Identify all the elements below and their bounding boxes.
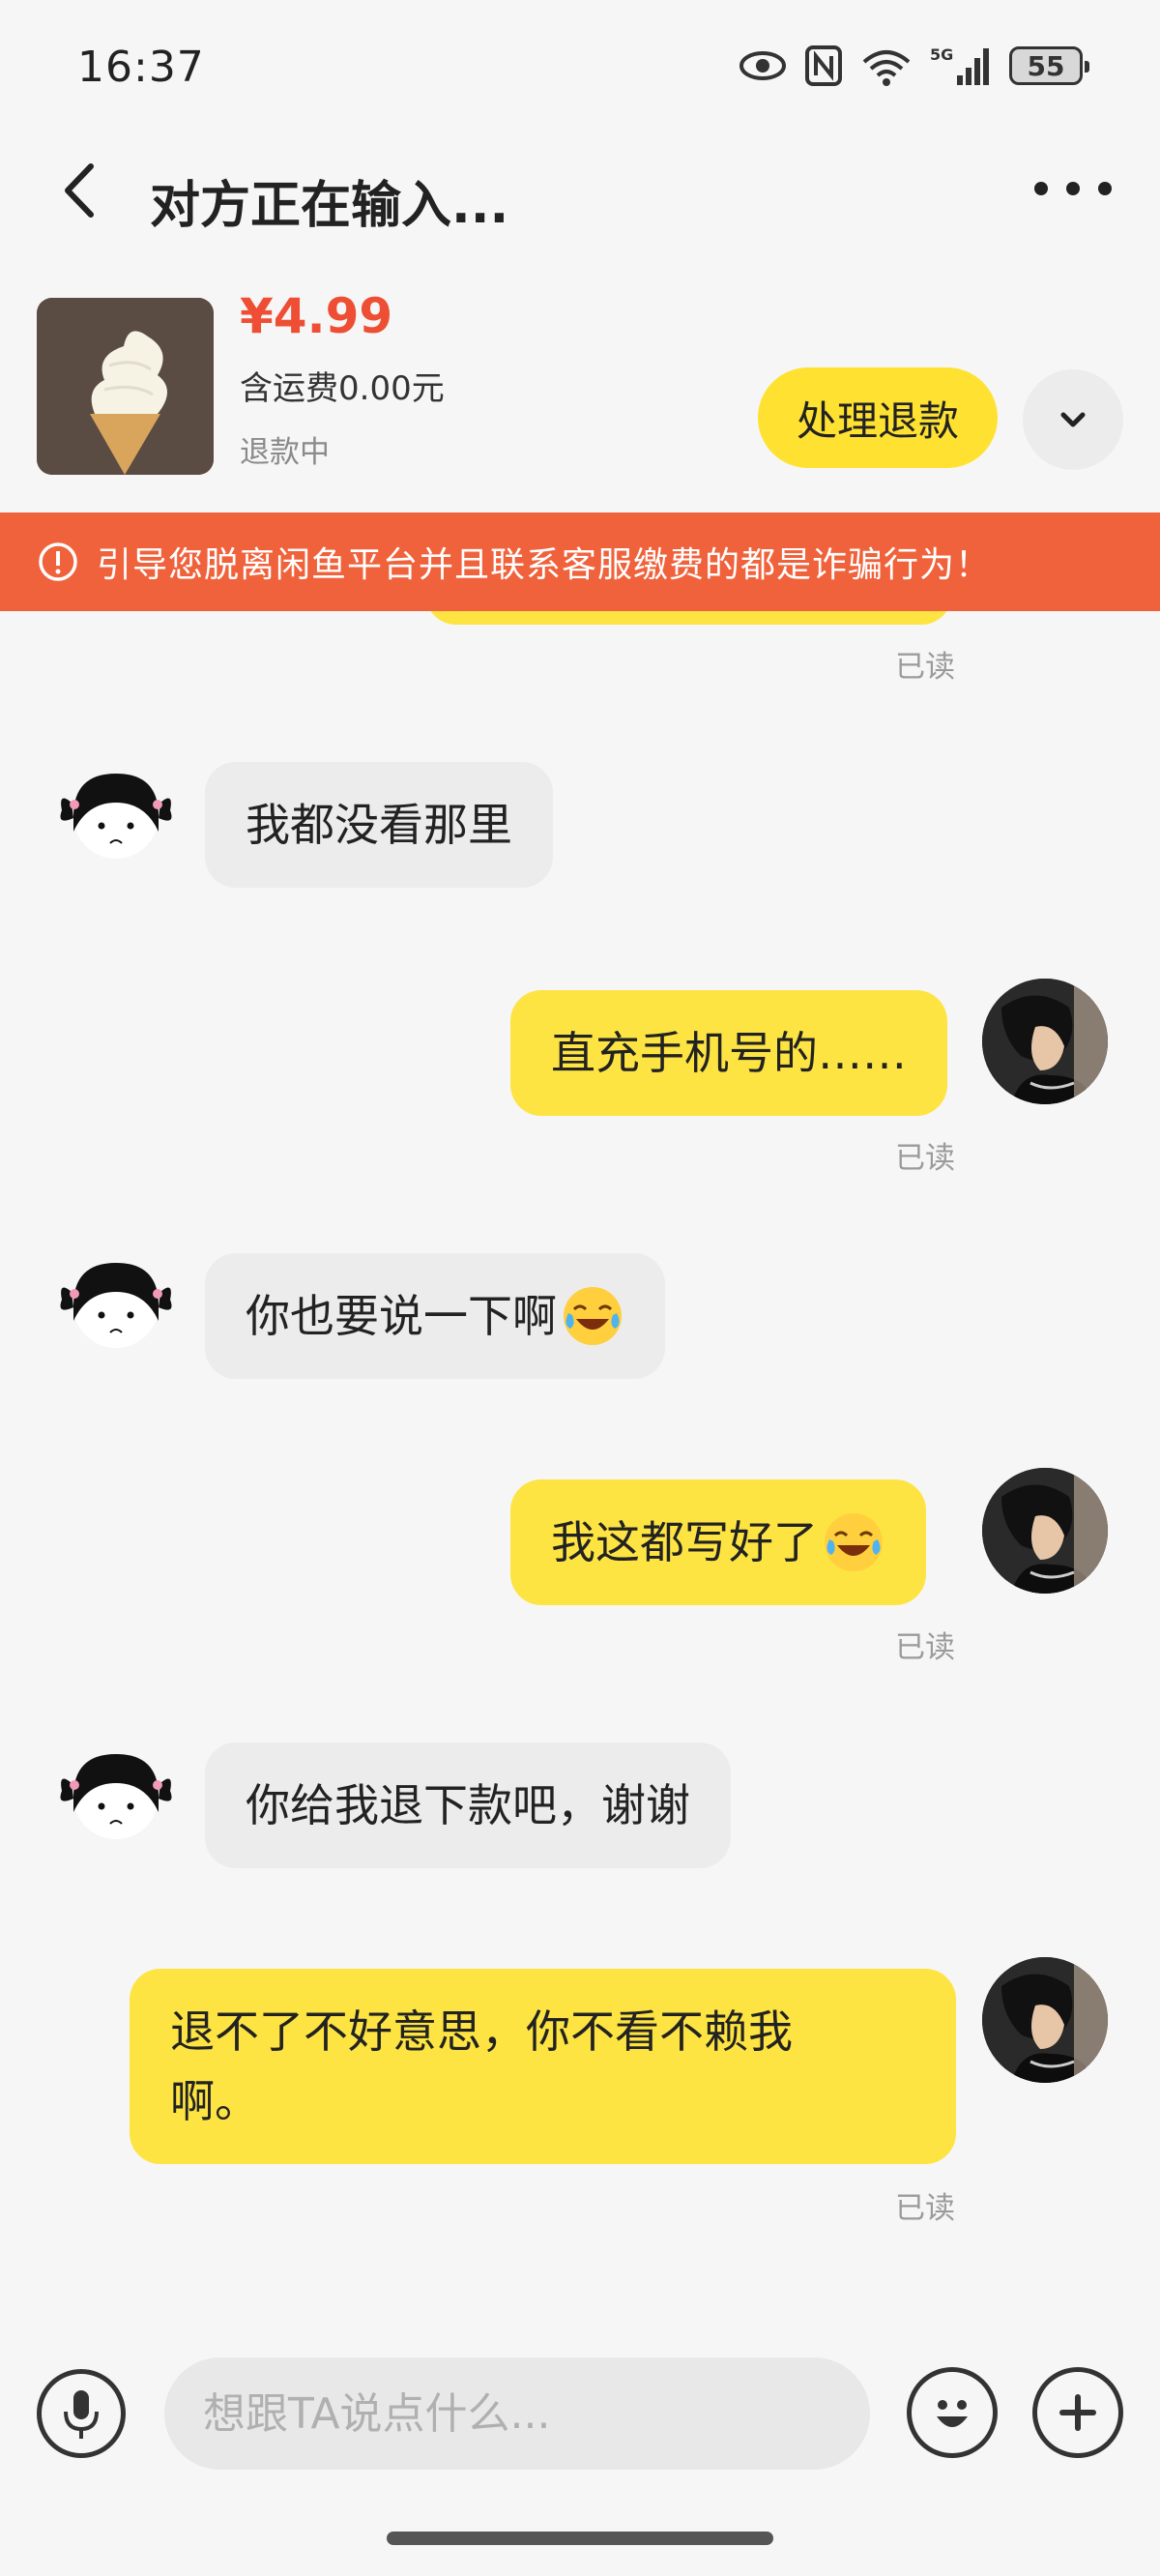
status-bar: 16:37 5G 55: [0, 0, 1160, 135]
product-shipping: 含运费0.00元: [240, 369, 445, 408]
message-bubble-incoming[interactable]: 我都没看那里: [205, 762, 553, 888]
fraud-warning-banner: 引导您脱离闲鱼平台并且联系客服缴费的都是诈骗行为！: [0, 512, 1160, 611]
crying-laughing-emoji: [564, 1287, 622, 1345]
voice-button[interactable]: [37, 2369, 126, 2458]
message-text: 退不了不好意思，你不看不赖我: [170, 2005, 793, 2058]
message-bubble-incoming[interactable]: 你也要说一下啊: [205, 1253, 665, 1379]
plus-icon: [1059, 2394, 1096, 2431]
message-input[interactable]: [164, 2357, 870, 2470]
5g-signal-icon: 5G: [930, 45, 989, 85]
emoji-button[interactable]: [907, 2367, 998, 2458]
product-status: 退款中: [240, 435, 330, 470]
microphone-icon: [64, 2390, 99, 2439]
chevron-left-icon[interactable]: [48, 157, 116, 224]
expand-button[interactable]: [1023, 369, 1123, 470]
status-time: 16:37: [77, 43, 205, 92]
read-status: 已读: [895, 1630, 955, 1665]
svg-text:5G: 5G: [930, 45, 953, 64]
message-text: 你也要说一下啊: [246, 1290, 557, 1342]
product-price: ¥4.99: [240, 288, 393, 344]
message-text: 我这都写好了: [551, 1516, 818, 1568]
process-refund-button[interactable]: 处理退款: [758, 367, 998, 468]
warning-icon: [39, 542, 77, 581]
read-status: 已读: [895, 1141, 955, 1176]
avatar[interactable]: [58, 1244, 174, 1360]
avatar[interactable]: [982, 979, 1108, 1104]
avatar[interactable]: [982, 1468, 1108, 1594]
eye-icon: [740, 51, 786, 80]
wifi-6-icon: [862, 50, 911, 86]
product-image[interactable]: [37, 298, 214, 475]
smiley-icon: [937, 2400, 968, 2427]
read-status: 已读: [895, 650, 955, 685]
chevron-down-icon: [1060, 412, 1086, 427]
message-bubble-outgoing[interactable]: 退不了不好意思，你不看不赖我 啊。: [130, 1969, 956, 2164]
add-button[interactable]: [1032, 2367, 1123, 2458]
more-dots-icon[interactable]: [1034, 164, 1112, 213]
avatar[interactable]: [58, 754, 174, 870]
message-text: 啊。: [170, 2075, 259, 2127]
avatar[interactable]: [58, 1735, 174, 1851]
page-title: 对方正在输入...: [150, 177, 509, 235]
message-text: 直充手机号的……: [551, 1027, 907, 1079]
nfc-icon: [805, 45, 842, 86]
battery-icon: 55: [1009, 46, 1089, 85]
input-bar: [0, 2321, 1160, 2514]
message-text: 我都没看那里: [246, 799, 512, 851]
home-indicator[interactable]: [387, 2532, 773, 2545]
crying-laughing-emoji: [825, 1513, 883, 1571]
read-status: 已读: [895, 2191, 955, 2226]
warning-text: 引导您脱离闲鱼平台并且联系客服缴费的都是诈骗行为！: [97, 545, 992, 585]
message-bubble-outgoing[interactable]: 直充手机号的……: [510, 990, 947, 1116]
status-icons: 5G 55: [739, 44, 1089, 87]
message-text: 你给我退下款吧，谢谢: [246, 1779, 690, 1831]
message-bubble-incoming[interactable]: 你给我退下款吧，谢谢: [205, 1742, 731, 1868]
chat-header: 对方正在输入...: [0, 135, 1160, 251]
message-bubble-outgoing[interactable]: 我这都写好了: [510, 1479, 926, 1605]
avatar[interactable]: [982, 1957, 1108, 2083]
product-card[interactable]: ¥4.99 含运费0.00元 退款中 处理退款: [0, 280, 1160, 512]
